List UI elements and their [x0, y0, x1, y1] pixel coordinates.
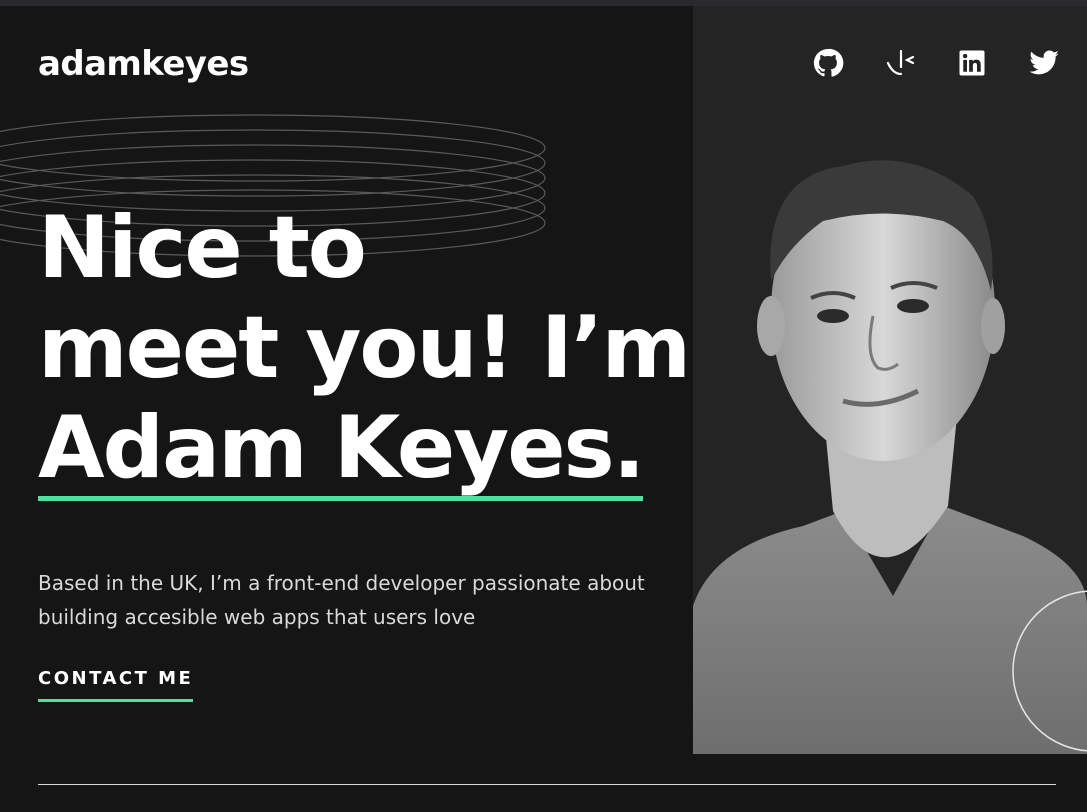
github-icon[interactable] [811, 46, 845, 80]
linkedin-icon[interactable] [955, 46, 989, 80]
frontend-mentor-icon[interactable] [883, 46, 917, 80]
hero-bio: Based in the UK, I’m a front-end develop… [38, 571, 645, 629]
heading-line-2: meet you! I’m [38, 298, 691, 398]
social-links [811, 46, 1061, 80]
section-divider [38, 784, 1056, 785]
hero-heading: Nice to meet you! I’m Adam Keyes. [38, 198, 698, 501]
site-logo[interactable]: adamkeyes [38, 44, 249, 84]
heading-line-1: Nice to [38, 198, 367, 298]
contact-me-link[interactable]: CONTACT ME [38, 668, 194, 702]
profile-photo [693, 6, 1087, 754]
page: adamkeyes Nice to meet you! I’m Adam Key… [0, 0, 1087, 812]
portrait-image [693, 160, 1087, 754]
heading-name: Adam Keyes. [38, 404, 645, 501]
twitter-icon[interactable] [1027, 46, 1061, 80]
